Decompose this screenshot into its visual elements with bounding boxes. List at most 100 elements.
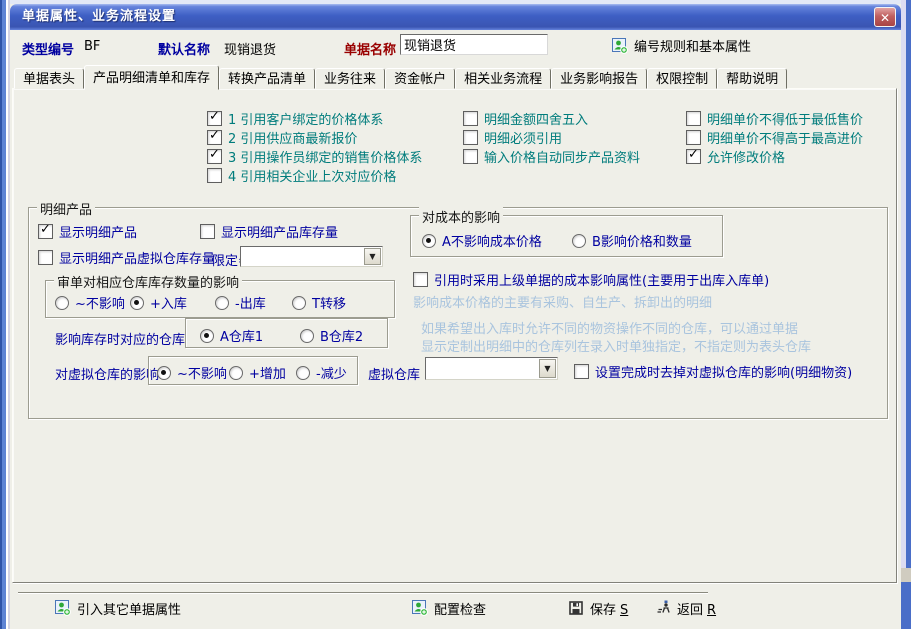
radio-label: A不影响成本价格 — [442, 231, 542, 250]
checkbox-show-detail-stock[interactable]: 显示明细产品库存量 — [200, 222, 338, 241]
radio-warehouse-b[interactable]: B仓库2 — [300, 326, 363, 345]
checkbox-remove-virtual-impact[interactable]: 设置完成时去掉对虚拟仓库的影响(明细物资) — [574, 362, 852, 381]
radio-cost-no-effect[interactable]: A不影响成本价格 — [422, 231, 542, 250]
checkbox-price-sync-product[interactable]: 输入价格自动同步产品资料 — [463, 147, 640, 166]
background-scrollbar-strip — [901, 0, 906, 568]
checkbox-box — [686, 149, 701, 164]
config-check-button[interactable]: 配置检查 — [412, 599, 486, 617]
settings-dialog: 单据属性、业务流程设置 类型编号 BF 默认名称 现销退货 单据名称 编号规则和… — [0, 0, 911, 629]
tab-convert-product-list[interactable]: 转换产品清单 — [219, 68, 315, 89]
radio-dot — [229, 366, 243, 380]
checkbox-not-above-max-price[interactable]: 明细单价不得高于最高进价 — [686, 128, 863, 147]
radio-dot — [157, 366, 171, 380]
tab-fund-accounts[interactable]: 资金帐户 — [385, 68, 455, 89]
checkbox-label: 明细必须引用 — [484, 128, 562, 147]
close-icon[interactable] — [874, 7, 896, 27]
checkbox-label: 3 引用操作员绑定的销售价格体系 — [228, 147, 422, 166]
tab-bar: 单据表头 产品明细清单和库存 转换产品清单 业务往来 资金帐户 相关业务流程 业… — [14, 64, 787, 89]
default-name-label: 默认名称 — [158, 39, 210, 58]
checkbox-label: 设置完成时去掉对虚拟仓库的影响(明细物资) — [595, 362, 852, 381]
numbering-rules-button[interactable]: 编号规则和基本属性 — [612, 36, 751, 55]
radio-virtual-no-effect[interactable]: ~不影响 — [157, 363, 227, 382]
checkbox-label: 明细单价不得低于最低售价 — [707, 109, 863, 128]
return-label: 返回R — [677, 599, 716, 618]
tab-impact-report[interactable]: 业务影响报告 — [551, 68, 647, 89]
chevron-down-icon[interactable] — [364, 248, 381, 265]
radio-label: +增加 — [249, 363, 286, 382]
tab-related-flows[interactable]: 相关业务流程 — [455, 68, 551, 89]
tab-permission-control[interactable]: 权限控制 — [647, 68, 717, 89]
cost-impact-group-title: 对成本的影响 — [419, 207, 503, 226]
checkbox-box — [463, 149, 478, 164]
radio-label: B仓库2 — [320, 326, 363, 345]
checkbox-label: 1 引用客户绑定的价格体系 — [228, 109, 383, 128]
checkbox-label: 显示明细产品 — [59, 222, 137, 241]
checkbox-inherit-cost-attribute[interactable]: 引用时采用上级单据的成本影响属性(主要用于出库入库单) — [413, 270, 769, 289]
radio-cost-affect-price-qty[interactable]: B影响价格和数量 — [572, 231, 692, 250]
radio-dot — [422, 234, 436, 248]
radio-audit-stock-out[interactable]: -出库 — [215, 293, 266, 312]
checkbox-customer-price-system[interactable]: 1 引用客户绑定的价格体系 — [207, 109, 383, 128]
limit-combobox[interactable] — [240, 246, 383, 267]
checkbox-box — [38, 224, 53, 239]
radio-label: ~不影响 — [177, 363, 227, 382]
radio-warehouse-a[interactable]: A仓库1 — [200, 326, 263, 345]
radio-virtual-decrease[interactable]: -减少 — [296, 363, 347, 382]
radio-dot — [292, 296, 306, 310]
checkbox-not-below-min-price[interactable]: 明细单价不得低于最低售价 — [686, 109, 863, 128]
checkbox-box — [207, 130, 222, 145]
checkbox-operator-price-system[interactable]: 3 引用操作员绑定的销售价格体系 — [207, 147, 422, 166]
checkbox-supplier-latest-quote[interactable]: 2 引用供应商最新报价 — [207, 128, 357, 147]
radio-label: +入库 — [150, 293, 187, 312]
background-scrollbar-thumb — [901, 568, 911, 582]
type-code-label: 类型编号 — [22, 39, 74, 58]
checkbox-box — [463, 111, 478, 126]
doc-name-input[interactable] — [400, 34, 548, 55]
cost-hint-1: 影响成本价格的主要有采购、自生产、拆卸出的明细 — [413, 292, 712, 311]
window-title: 单据属性、业务流程设置 — [22, 9, 176, 24]
tab-help[interactable]: 帮助说明 — [717, 68, 787, 89]
person-card-icon — [412, 600, 428, 616]
checkbox-related-company-last-price[interactable]: 4 引用相关企业上次对应价格 — [207, 166, 396, 185]
checkbox-amount-rounding[interactable]: 明细金额四舍五入 — [463, 109, 588, 128]
radio-dot — [296, 366, 310, 380]
cost-hint-2: 如果希望出入库时允许不同的物资操作不同的仓库，可以通过单据 — [421, 318, 798, 337]
checkbox-box — [686, 111, 701, 126]
save-button[interactable]: 保存S — [568, 599, 628, 617]
radio-label: ~不影响 — [75, 293, 125, 312]
virtual-warehouse-label: 虚拟仓库 — [368, 364, 420, 383]
person-card-icon — [612, 38, 628, 54]
checkbox-box — [200, 224, 215, 239]
checkbox-box — [38, 250, 53, 265]
checkbox-label: 输入价格自动同步产品资料 — [484, 147, 640, 166]
audit-stock-impact-title: 审单对相应仓库库存数量的影响 — [54, 272, 242, 291]
checkbox-detail-must-reference[interactable]: 明细必须引用 — [463, 128, 562, 147]
checkbox-allow-price-edit[interactable]: 允许修改价格 — [686, 147, 785, 166]
import-other-attributes-button[interactable]: 引入其它单据属性 — [55, 599, 181, 617]
radio-audit-no-effect[interactable]: ~不影响 — [55, 293, 125, 312]
default-name-value: 现销退货 — [224, 39, 276, 58]
person-card-icon — [55, 600, 71, 616]
checkbox-label: 引用时采用上级单据的成本影响属性(主要用于出库入库单) — [434, 270, 769, 289]
checkbox-box — [207, 149, 222, 164]
radio-audit-transfer[interactable]: T转移 — [292, 293, 346, 312]
checkbox-label: 显示明细产品虚拟仓库存量 — [59, 248, 215, 267]
background-window-edge-left — [0, 0, 10, 629]
tab-product-detail-stock[interactable]: 产品明细清单和库存 — [84, 65, 219, 90]
checkbox-show-detail-product[interactable]: 显示明细产品 — [38, 222, 137, 241]
radio-audit-stock-in[interactable]: +入库 — [130, 293, 187, 312]
return-button[interactable]: 返回R — [655, 599, 716, 617]
checkbox-label: 明细金额四舍五入 — [484, 109, 588, 128]
radio-dot — [130, 296, 144, 310]
radio-virtual-increase[interactable]: +增加 — [229, 363, 286, 382]
save-label: 保存S — [590, 599, 628, 618]
checkbox-show-virtual-stock[interactable]: 显示明细产品虚拟仓库存量 — [38, 248, 215, 267]
checkbox-box — [574, 364, 589, 379]
tab-document-header[interactable]: 单据表头 — [14, 68, 84, 89]
tab-business-contacts[interactable]: 业务往来 — [315, 68, 385, 89]
checkbox-label: 4 引用相关企业上次对应价格 — [228, 166, 396, 185]
title-bar[interactable]: 单据属性、业务流程设置 — [10, 4, 901, 30]
warehouse-row-label: 影响库存时对应的仓库 — [55, 329, 185, 348]
chevron-down-icon[interactable] — [539, 359, 556, 378]
virtual-warehouse-combobox[interactable] — [425, 357, 558, 380]
